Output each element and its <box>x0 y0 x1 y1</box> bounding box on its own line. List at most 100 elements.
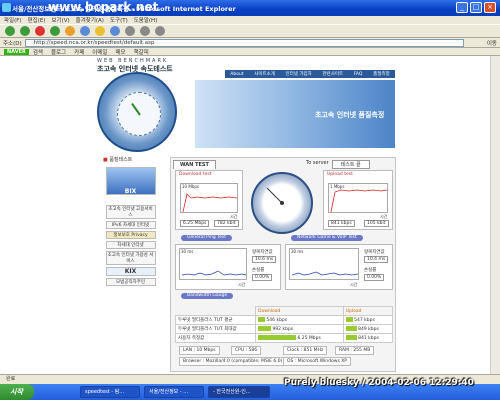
menu-view[interactable]: 보기(V) <box>51 16 69 24</box>
upload-data: 105 kbit <box>364 220 389 227</box>
spec-clock-value: 851 MHz <box>303 348 324 353</box>
spec-ram-value: 255 MB <box>353 348 371 353</box>
forward-icon[interactable] <box>20 26 30 36</box>
ie-icon <box>2 3 11 12</box>
spec-browser: Browser : Mozilla/4.0 (compatible; MSIE … <box>179 357 287 366</box>
nav-quality[interactable]: 품질측정 <box>373 71 390 77</box>
tab-wan-test[interactable]: WAN TEST <box>173 160 216 169</box>
results-table: Download Upload 두루넷 멀티플러스 TUT 평균 546 kbp… <box>175 306 394 343</box>
stop-icon[interactable] <box>35 26 45 36</box>
download-label: Download test <box>179 172 212 177</box>
link-item[interactable]: 책갈피 <box>134 48 149 56</box>
link-item[interactable]: 카페 <box>74 48 84 56</box>
upload-bar <box>345 326 357 331</box>
spec-clock: Clock : 851 MHz <box>283 346 328 355</box>
sidebar: 품질테스트 BIX 초고속 인터넷 고용서비스 IPv6 차세대 인터넷 정보보… <box>103 156 158 311</box>
search-icon[interactable] <box>80 26 90 36</box>
favorites-icon[interactable] <box>95 26 105 36</box>
media-icon[interactable] <box>110 26 120 36</box>
upload-speed: 841 kbps <box>328 220 355 227</box>
refresh-icon[interactable] <box>50 26 60 36</box>
nav-related[interactable]: 관련사이트 <box>322 71 343 77</box>
nav-site[interactable]: 사이트소개 <box>254 71 275 77</box>
minimize-button[interactable]: _ <box>456 2 468 13</box>
back-icon[interactable] <box>5 26 15 36</box>
menu-edit[interactable]: 편집(E) <box>28 16 46 24</box>
ping-avg-label: 왕복지연값 <box>252 250 273 255</box>
task-button[interactable]: speedtest - 탐... <box>80 386 140 398</box>
menu-favorites[interactable]: 즐겨찾기(A) <box>76 16 104 24</box>
home-icon[interactable] <box>65 26 75 36</box>
sidebar-item[interactable]: 초고속 인터넷 가용성 서비스 <box>105 251 156 265</box>
spec-ram-label: RAM <box>339 348 349 353</box>
maximize-button[interactable]: □ <box>470 2 482 13</box>
close-button[interactable]: × <box>484 2 496 13</box>
link-item[interactable]: 이메일 <box>92 48 107 56</box>
menu-bar: 파일(F) 편집(E) 보기(V) 즐겨찾기(A) 도구(T) 도움말(H) <box>0 16 500 24</box>
download-value: 6.25 Mbps <box>297 336 321 341</box>
spec-os: OS : Microsoft Windows XP <box>283 357 352 366</box>
speed-test-panel: WAN TEST To server 테스트 끝 Download test 1… <box>170 157 396 372</box>
ping-axis-unit: 30 ms <box>181 249 194 254</box>
server-select[interactable]: 테스트 끝 <box>331 160 370 169</box>
nav-about[interactable]: About <box>230 72 243 77</box>
print-icon[interactable] <box>155 26 165 36</box>
window-title-bar[interactable]: 서울/전산정보센터 초고속 인터넷 품질측정 - Microsoft Inter… <box>0 0 500 16</box>
download-panel: Download test 10 Mbps 시간 6.25 Mbps 782 k… <box>175 170 243 230</box>
voip-panel: 30 ms 시간 왕복지연값 10.4 ms 손실률 0.00% <box>285 244 393 290</box>
start-button[interactable]: 시작 <box>0 384 34 400</box>
general-ping-test-button[interactable]: General Ping Test <box>181 235 233 241</box>
ping-time-label: 시간 <box>238 282 246 287</box>
go-button[interactable]: 이동 <box>487 39 497 47</box>
spec-browser-label: Browser <box>183 359 202 364</box>
sidebar-item[interactable]: 차세대 인터넷 <box>105 241 156 249</box>
sidebar-item-kix[interactable]: KIX <box>105 267 156 276</box>
sidebar-item[interactable]: 초고속 인터넷 고용서비스 <box>105 205 156 219</box>
upload-graph: 1 Mbps <box>328 183 388 213</box>
task-button-active[interactable]: - 한국전산원-인... <box>208 386 270 398</box>
result-label: 사용자 측정값 <box>175 333 256 343</box>
history-icon[interactable] <box>125 26 135 36</box>
download-speed: 6.25 Mbps <box>180 220 210 227</box>
menu-tools[interactable]: 도구(T) <box>110 16 128 24</box>
sidebar-item-bix[interactable]: BIX <box>105 167 156 195</box>
sidebar-item[interactable]: IPv6 차세대 인터넷 <box>105 221 156 229</box>
spec-lan-value: 10 Mbps <box>196 348 216 353</box>
speed-dial-logo <box>97 72 177 152</box>
menu-help[interactable]: 도움말(H) <box>134 16 158 24</box>
bandwidth-gauge-button[interactable]: Bandwidth Gauge <box>181 293 234 299</box>
table-row: 사용자 측정값 6.25 Mbps 841 kbps <box>175 333 394 343</box>
toolbar <box>0 24 500 38</box>
voip-avg-value: 10.4 ms <box>364 256 389 263</box>
sidebar-item[interactable]: 정보보호 Privacy <box>105 231 156 239</box>
to-server-label: To server <box>306 160 329 166</box>
spec-cpu-value: 586 <box>248 348 258 353</box>
vertical-scrollbar[interactable] <box>490 56 500 374</box>
task-button[interactable]: 서울/전산정보 - ... <box>144 386 204 398</box>
table-row: 두루넷 멀티플러스 TUT 최대값 992 kbps 849 kbps <box>175 324 394 334</box>
header-banner: 초고속 인터넷 품질측정 <box>195 80 395 148</box>
naver-toolbar-logo[interactable]: NAVER <box>4 48 29 55</box>
address-input[interactable]: http://speed.nca.or.kr/speedtest/default… <box>24 38 464 47</box>
ping-panel: 30 ms 시간 왕복지연값 10.6 ms 손실률 0.00% <box>175 244 281 290</box>
download-bar <box>258 326 271 331</box>
sidebar-item[interactable]: 모범공직자주민 <box>105 278 156 286</box>
mail-icon[interactable] <box>140 26 150 36</box>
ping-avg: 왕복지연값 10.6 ms <box>252 249 277 263</box>
voip-avg-label: 왕복지연값 <box>364 250 385 255</box>
voip-loss-label: 손실률 <box>364 268 377 273</box>
nav-subscriber[interactable]: 인터넷 가입자 <box>286 71 312 77</box>
link-item[interactable]: 블로그 <box>51 48 66 56</box>
voip-graph: 30 ms <box>289 248 359 280</box>
upload-panel: Upload test 1 Mbps 시간 841 kbps 105 kbit <box>323 170 393 230</box>
spec-lan: LAN : 10 Mbps <box>179 346 220 355</box>
dial-needle <box>131 102 141 116</box>
menu-file[interactable]: 파일(F) <box>4 16 22 24</box>
link-item[interactable]: 검색 <box>33 48 43 56</box>
voip-test-button[interactable]: Network Game & VoIP Test <box>291 235 363 241</box>
voip-avg: 왕복지연값 10.4 ms <box>364 249 389 263</box>
nav-faq[interactable]: FAQ <box>354 72 363 77</box>
link-item[interactable]: 메모 <box>115 48 125 56</box>
server-selector: To server 테스트 끝 <box>306 160 370 169</box>
ping-avg-value: 10.6 ms <box>252 256 277 263</box>
